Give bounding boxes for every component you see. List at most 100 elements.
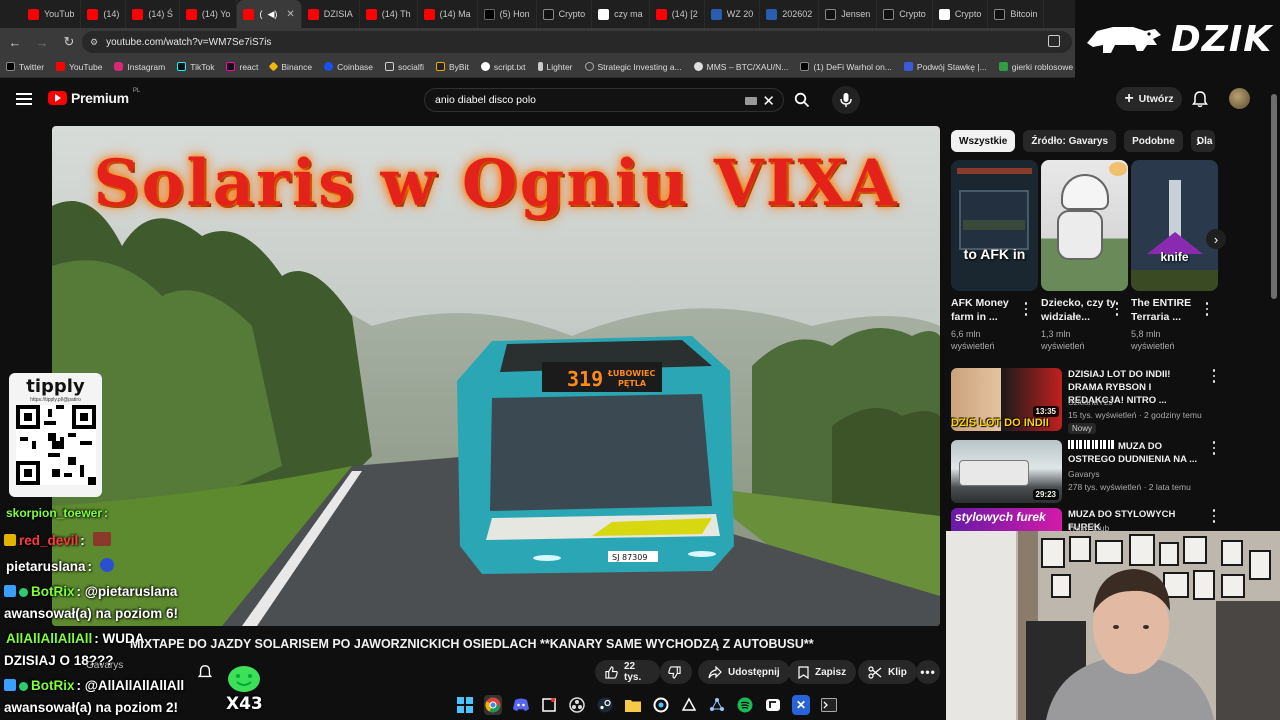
- shorts-next-button[interactable]: ›: [1206, 229, 1226, 249]
- browser-tab-active[interactable]: (◀) ✕: [237, 0, 302, 28]
- bookmark[interactable]: MMS – BTC/XAU/N...: [693, 62, 788, 72]
- youtube-logo[interactable]: Premium PL: [48, 88, 140, 106]
- browser-tab[interactable]: (14) Ma: [418, 0, 478, 28]
- network-icon[interactable]: [708, 695, 726, 715]
- voice-search-button[interactable]: [832, 86, 860, 114]
- more-vertical-icon[interactable]: [1211, 368, 1217, 384]
- recommendation-thumbnail[interactable]: stylowych furek: [951, 508, 1062, 532]
- browser-tab[interactable]: (14) Yo: [180, 0, 238, 28]
- short-thumbnail[interactable]: to AFK in: [951, 160, 1038, 291]
- account-avatar[interactable]: [1229, 88, 1250, 109]
- menu-icon[interactable]: [16, 93, 32, 105]
- browser-tab[interactable]: czy ma: [592, 0, 650, 28]
- bookmark[interactable]: react: [226, 62, 258, 72]
- more-vertical-icon[interactable]: [1211, 508, 1217, 524]
- tab-close-icon[interactable]: ✕: [286, 9, 294, 20]
- browser-tab[interactable]: Jensen: [819, 0, 878, 28]
- bookmark[interactable]: Strategic Investing a...: [584, 62, 682, 72]
- subscription-bell-icon[interactable]: [197, 664, 213, 680]
- bookmark[interactable]: Instagram: [114, 62, 165, 72]
- short-title[interactable]: The ENTIRE Terraria ...: [1131, 296, 1209, 324]
- recommendation-title[interactable]: MUZA DO OSTREGO DUDNIENIA NA ...: [1068, 440, 1206, 466]
- more-actions-button[interactable]: •••: [916, 660, 940, 684]
- obs-icon[interactable]: [568, 695, 586, 715]
- chip-from-channel[interactable]: Źródło: Gavarys: [1023, 130, 1117, 152]
- bookmark[interactable]: YouTube: [56, 62, 102, 72]
- forward-icon[interactable]: →: [30, 30, 54, 54]
- app-icon[interactable]: [764, 695, 782, 715]
- bookmark[interactable]: Podwój Stawkę |...: [903, 62, 987, 72]
- more-vertical-icon[interactable]: [1211, 440, 1217, 456]
- bookmark[interactable]: Coinbase: [324, 62, 373, 72]
- spotify-icon[interactable]: [736, 695, 754, 715]
- browser-tab[interactable]: WZ 20: [705, 0, 761, 28]
- create-button[interactable]: + Utwórz: [1116, 87, 1182, 111]
- app-icon[interactable]: ✕: [792, 695, 810, 715]
- bookmark[interactable]: Twitter: [6, 62, 44, 72]
- save-button[interactable]: Zapisz: [788, 660, 857, 684]
- app-icon[interactable]: [540, 695, 558, 715]
- browser-tab[interactable]: (14) [2: [650, 0, 705, 28]
- video-title: MIXTAPE DO JAZDY SOLARISEM PO JAWORZNICK…: [130, 637, 814, 651]
- bookmark[interactable]: TikTok: [177, 62, 214, 72]
- page-scrollbar[interactable]: [1271, 94, 1277, 299]
- back-icon[interactable]: ←: [3, 30, 27, 54]
- windows-start-icon[interactable]: [456, 695, 474, 715]
- recommendation-channel[interactable]: SzklanaY2J: [1068, 396, 1113, 409]
- browser-tab[interactable]: (14) Ś: [126, 0, 180, 28]
- clip-button[interactable]: Klip: [858, 660, 917, 684]
- chrome-icon[interactable]: [484, 695, 502, 715]
- recommendation-thumbnail[interactable]: DZIŚ LOT DO INDII 13:35: [951, 368, 1062, 431]
- bookmark-folder[interactable]: socialfi: [385, 62, 424, 72]
- browser-tab[interactable]: Crypto: [537, 0, 593, 28]
- steam-icon[interactable]: [596, 695, 614, 715]
- clear-search-icon[interactable]: ✕: [762, 92, 775, 110]
- browser-tab[interactable]: (14) Th: [360, 0, 418, 28]
- bookmark[interactable]: Binance: [268, 62, 312, 72]
- search-input[interactable]: anio diabel disco polo ✕: [424, 88, 784, 112]
- chip-all[interactable]: Wszystkie: [951, 130, 1016, 152]
- more-vertical-icon[interactable]: [1204, 301, 1210, 317]
- chevron-right-icon[interactable]: ›: [1196, 133, 1201, 149]
- browser-tab[interactable]: Crypto: [933, 0, 989, 28]
- dislike-button[interactable]: [660, 660, 692, 684]
- more-vertical-icon[interactable]: [1114, 301, 1120, 317]
- like-button[interactable]: 22 tys.: [595, 660, 660, 684]
- short-thumbnail[interactable]: knife: [1131, 160, 1218, 291]
- short-title[interactable]: Dziecko, czy ty widziałe...: [1041, 296, 1119, 324]
- browser-tab[interactable]: Bitcoin: [988, 0, 1045, 28]
- more-vertical-icon[interactable]: [1023, 301, 1029, 317]
- bookmark[interactable]: Lighter: [537, 62, 573, 72]
- address-bar[interactable]: ⚙ youtube.com/watch?v=WM7Se7iS7is: [82, 31, 1072, 53]
- site-info-icon[interactable]: ⚙: [90, 37, 98, 48]
- app-icon[interactable]: [680, 695, 698, 715]
- short-thumbnail[interactable]: [1041, 160, 1128, 291]
- video-player[interactable]: 319 ŁUBOWIEC PĘTLA SJ 87309 Solaris w Og…: [52, 126, 940, 626]
- recommendation-thumbnail[interactable]: 29:23: [951, 440, 1062, 503]
- install-app-icon[interactable]: [1048, 35, 1060, 47]
- channel-name[interactable]: Gavarys: [86, 660, 123, 671]
- app-icon[interactable]: [652, 695, 670, 715]
- share-button[interactable]: Udostępnij: [698, 660, 790, 684]
- bookmark[interactable]: gierki roblosowe do: [998, 62, 1085, 72]
- short-title[interactable]: AFK Money farm in ...: [951, 296, 1029, 324]
- bookmark[interactable]: (1) DeFi Warhol on...: [800, 62, 892, 72]
- browser-tab[interactable]: (5) Hon: [478, 0, 537, 28]
- chip-for-you[interactable]: Dla: [1190, 130, 1215, 152]
- browser-tab[interactable]: Crypto: [877, 0, 933, 28]
- reload-icon[interactable]: ↻: [57, 30, 81, 54]
- search-button[interactable]: [786, 88, 818, 112]
- browser-tab[interactable]: DZISIA: [302, 0, 360, 28]
- recommendation-channel[interactable]: Gavarys: [1068, 468, 1100, 481]
- chip-related[interactable]: Podobne: [1124, 130, 1183, 152]
- notifications-bell-icon[interactable]: [1191, 90, 1209, 108]
- browser-tab[interactable]: YouTub: [22, 0, 82, 28]
- keyboard-icon[interactable]: [745, 97, 757, 105]
- file-explorer-icon[interactable]: [624, 695, 642, 715]
- bookmark[interactable]: script.txt: [480, 62, 526, 72]
- terminal-icon[interactable]: [820, 695, 838, 715]
- discord-icon[interactable]: [512, 695, 530, 715]
- browser-tab[interactable]: (14): [81, 0, 127, 28]
- bookmark[interactable]: ByBit: [436, 62, 469, 72]
- browser-tab[interactable]: 202602: [760, 0, 820, 28]
